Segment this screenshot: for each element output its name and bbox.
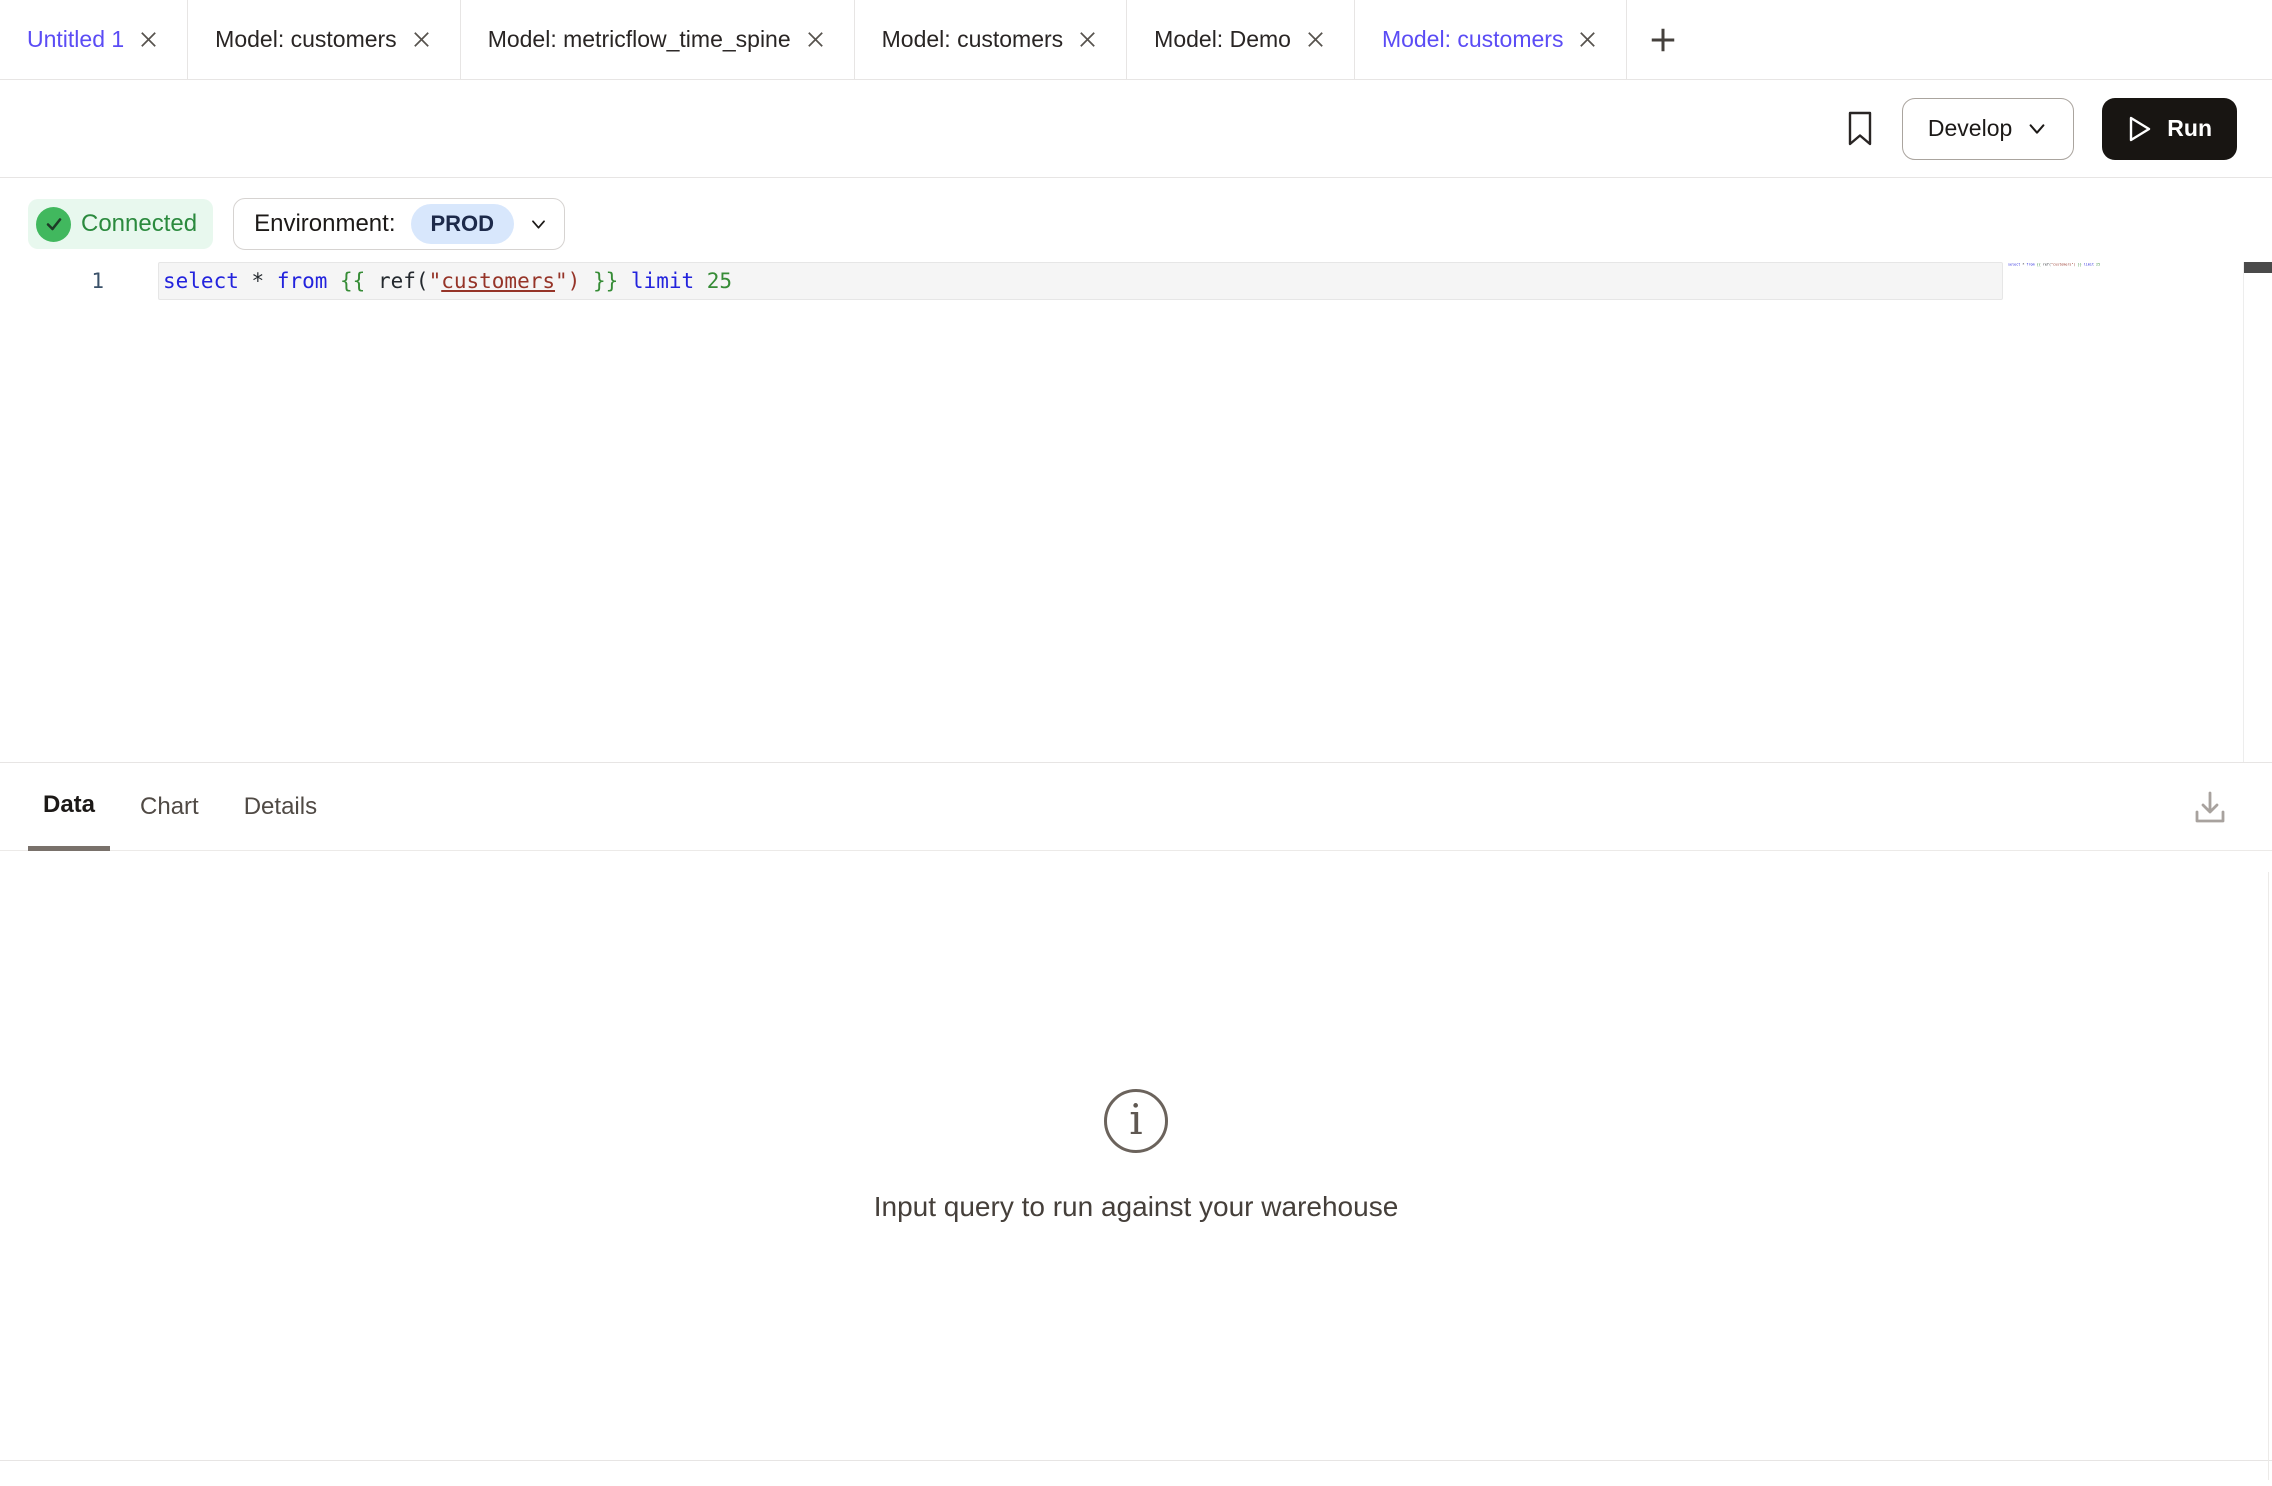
jinja-ref-function: ref — [378, 269, 416, 293]
play-icon — [2127, 115, 2153, 143]
minimap[interactable]: select * from {{ ref("customers") }} lim… — [2008, 263, 2108, 293]
tab-label: Untitled 1 — [27, 26, 124, 53]
sql-star: * — [252, 269, 277, 293]
editor-toolbar: Develop Run — [0, 80, 2272, 178]
code-line[interactable]: select * from {{ ref("customers") }} lim… — [163, 262, 732, 300]
quote: " — [429, 269, 442, 293]
bookmark-button[interactable] — [1846, 110, 1874, 148]
sql-keyword: select — [163, 269, 252, 293]
editor-tab-bar: Untitled 1 Model: customers Model: metri… — [0, 0, 2272, 80]
tab-chart[interactable]: Chart — [125, 763, 214, 851]
quote: " — [555, 269, 568, 293]
tab-model-customers-2[interactable]: Model: customers — [855, 0, 1128, 79]
tab-model-customers-1[interactable]: Model: customers — [188, 0, 461, 79]
editor-scrollbar-track — [2243, 262, 2244, 762]
close-icon[interactable] — [1576, 28, 1599, 51]
run-label: Run — [2167, 115, 2212, 142]
tab-model-demo[interactable]: Model: Demo — [1127, 0, 1355, 79]
tab-label: Model: customers — [1382, 26, 1564, 53]
connection-status-label: Connected — [81, 210, 197, 238]
jinja-close-braces: }} — [593, 269, 631, 293]
ref-model-name-link[interactable]: customers — [441, 269, 555, 293]
check-icon — [36, 207, 71, 242]
results-panel-tabs: Data Chart Details — [0, 762, 2272, 851]
download-button[interactable] — [2190, 763, 2230, 850]
environment-selector[interactable]: Environment: PROD — [233, 198, 565, 250]
jinja-open-braces: {{ — [340, 269, 378, 293]
close-icon[interactable] — [1076, 28, 1099, 51]
line-number: 1 — [0, 262, 104, 300]
new-tab-button[interactable] — [1627, 0, 1699, 79]
results-empty-state: i Input query to run against your wareho… — [0, 851, 2272, 1460]
chevron-down-icon — [2026, 118, 2048, 140]
connection-status-badge: Connected — [28, 199, 213, 249]
tab-data[interactable]: Data — [28, 763, 110, 851]
close-icon[interactable] — [804, 28, 827, 51]
minimap-code-line: select * from {{ ref("customers") }} lim… — [2008, 263, 2042, 267]
environment-value-badge: PROD — [411, 204, 515, 244]
info-icon: i — [1104, 1089, 1168, 1153]
plus-icon — [1648, 25, 1678, 55]
environment-label: Environment: — [254, 210, 395, 238]
develop-label: Develop — [1928, 115, 2012, 142]
sql-editor[interactable]: 1 select * from {{ ref("customers") }} l… — [0, 250, 2272, 762]
tab-label: Model: Demo — [1154, 26, 1291, 53]
tab-details[interactable]: Details — [229, 763, 332, 851]
download-icon — [2190, 787, 2230, 827]
close-icon[interactable] — [137, 28, 160, 51]
tab-model-customers-3[interactable]: Model: customers — [1355, 0, 1628, 79]
close-icon[interactable] — [410, 28, 433, 51]
connection-status-row: Connected Environment: PROD — [0, 178, 2272, 250]
run-button[interactable]: Run — [2102, 98, 2237, 160]
bottom-divider — [0, 1460, 2272, 1466]
close-icon[interactable] — [1304, 28, 1327, 51]
bookmark-icon — [1846, 110, 1874, 148]
chevron-down-icon — [529, 215, 548, 234]
tab-label: Model: metricflow_time_spine — [488, 26, 791, 53]
empty-state-message: Input query to run against your warehous… — [874, 1191, 1399, 1223]
paren-open: ( — [416, 269, 429, 293]
editor-scrollbar-thumb[interactable] — [2244, 262, 2272, 273]
sql-number: 25 — [707, 269, 732, 293]
paren-close: ) — [568, 269, 593, 293]
tab-label: Model: customers — [215, 26, 397, 53]
sql-keyword: limit — [631, 269, 707, 293]
tab-model-metricflow-time-spine[interactable]: Model: metricflow_time_spine — [461, 0, 855, 79]
tab-label: Model: customers — [882, 26, 1064, 53]
tab-untitled-1[interactable]: Untitled 1 — [0, 0, 188, 79]
panel-scrollbar-track — [2268, 872, 2269, 1480]
develop-dropdown-button[interactable]: Develop — [1902, 98, 2074, 160]
sql-keyword: from — [277, 269, 340, 293]
